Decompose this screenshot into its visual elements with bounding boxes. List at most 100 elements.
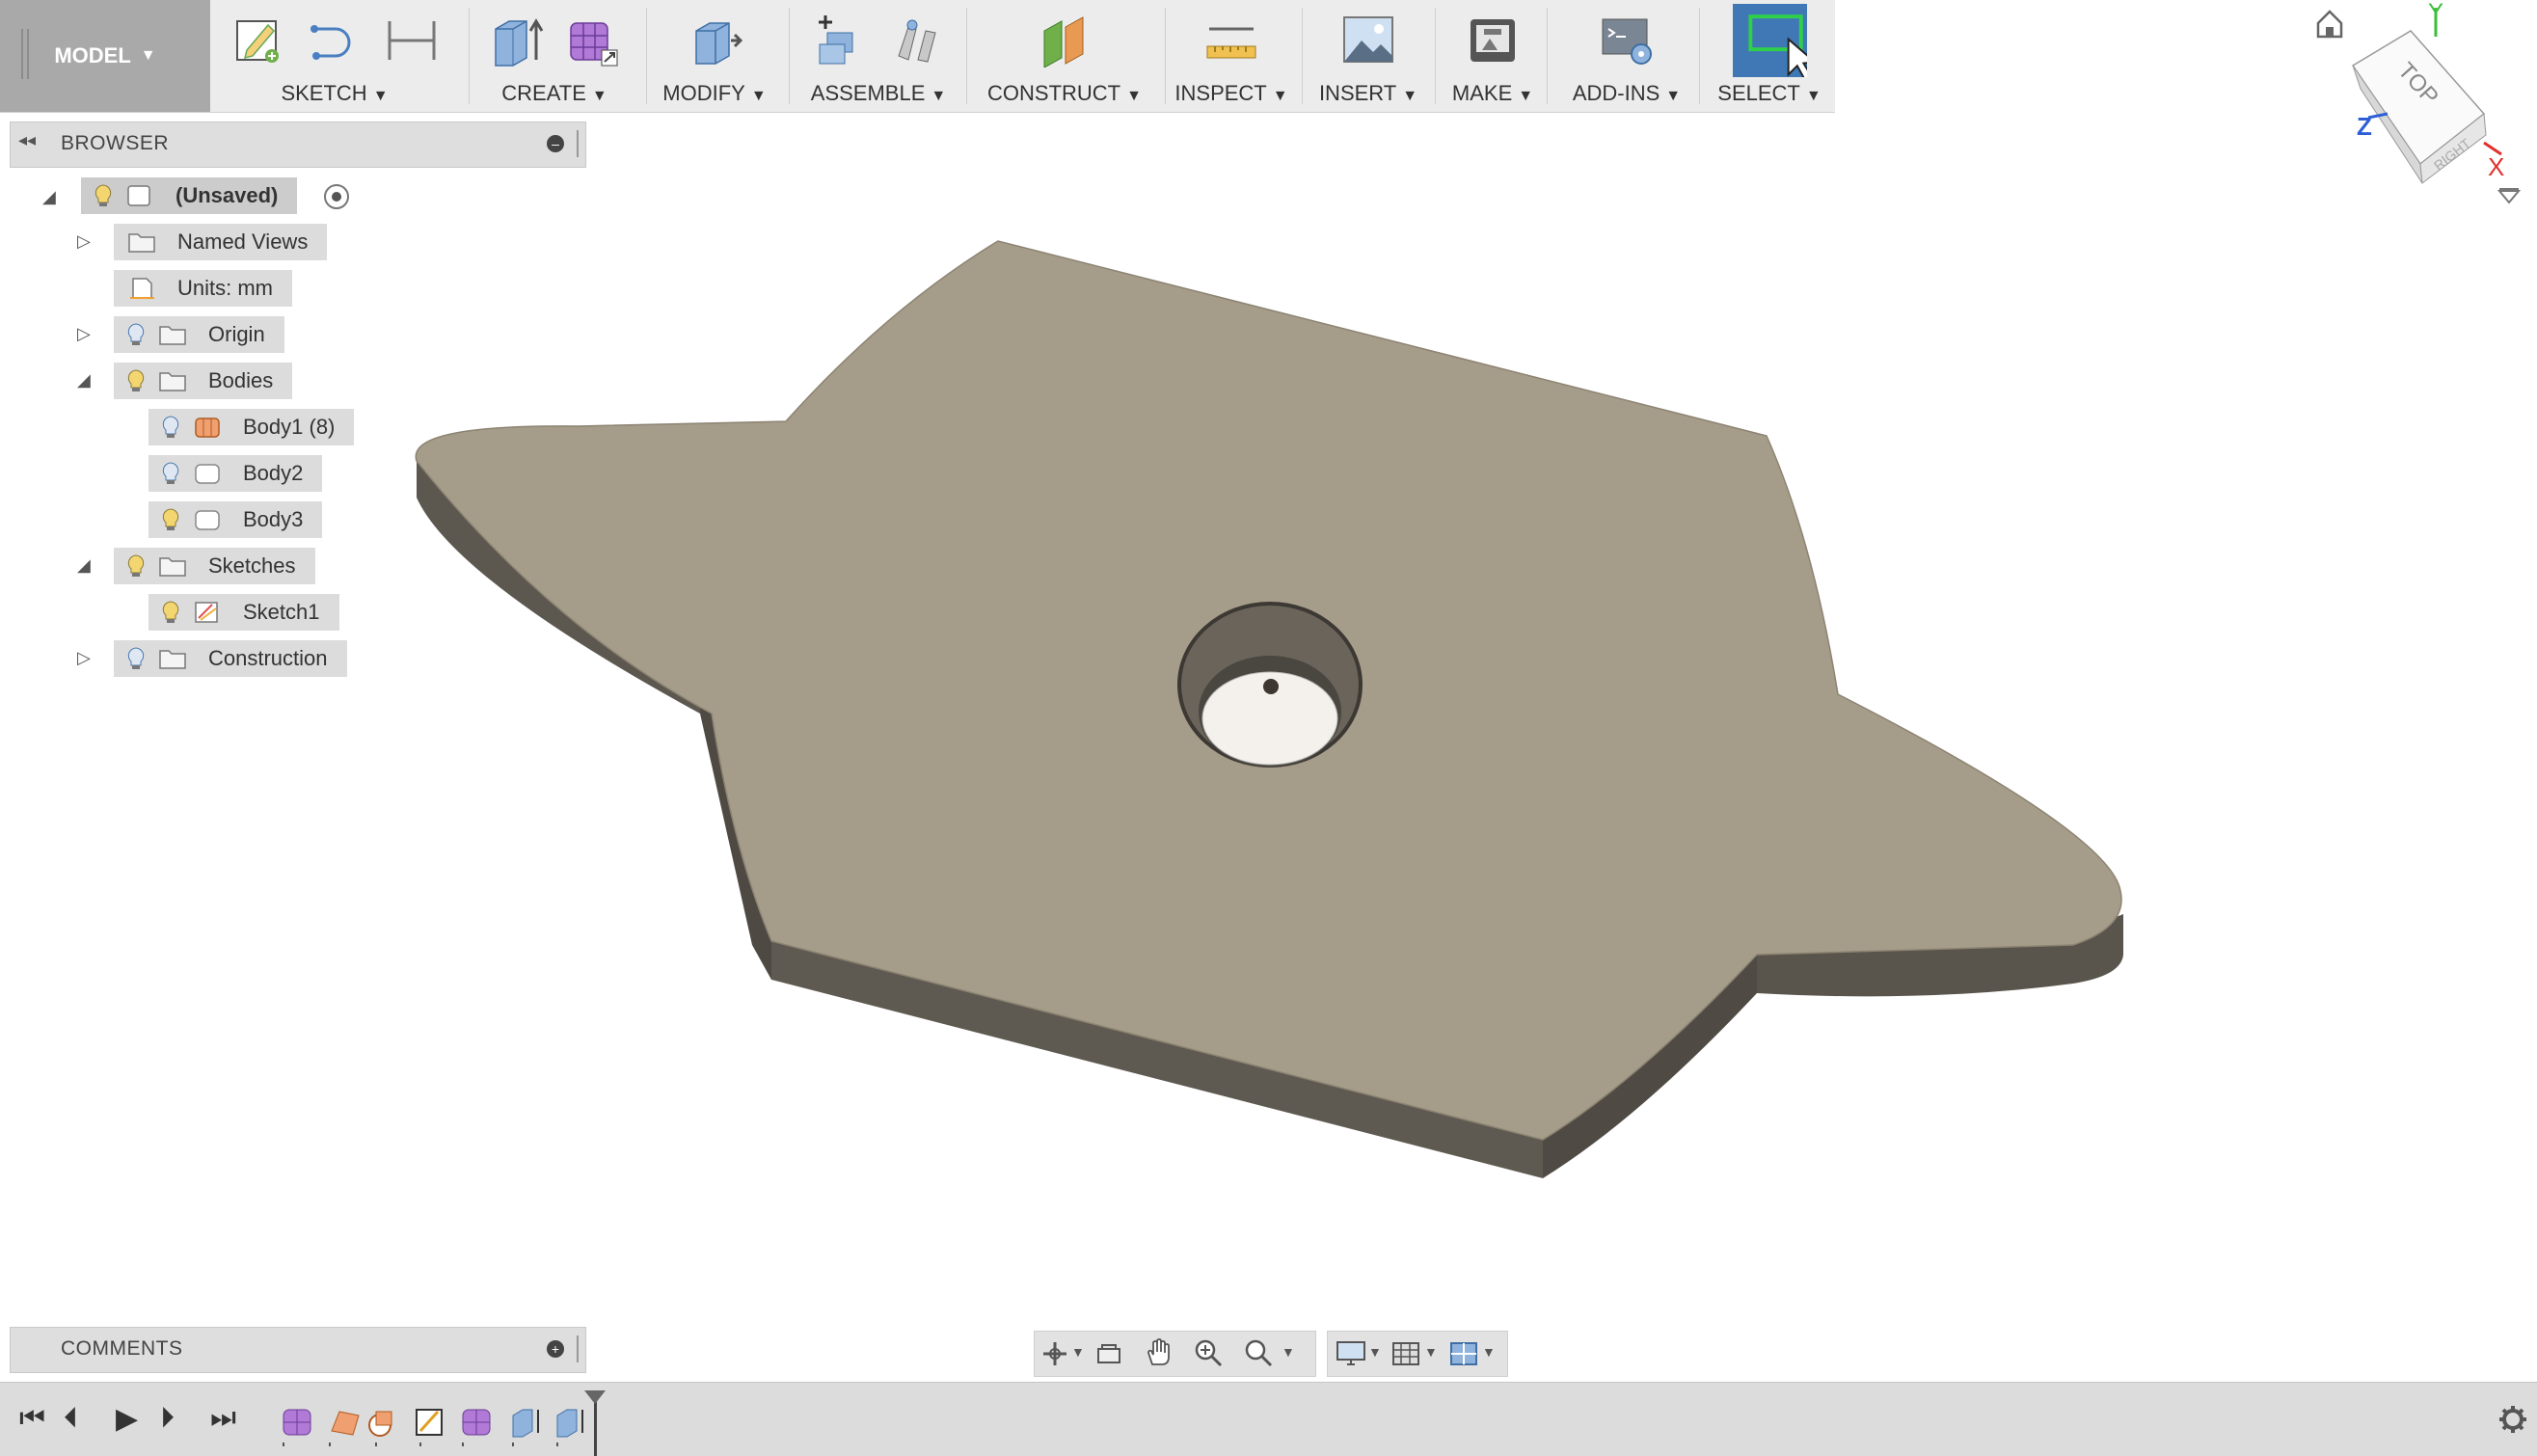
browser-item-construction[interactable]: Construction [114,640,347,677]
activate-radio-icon[interactable] [324,184,349,209]
joint-icon[interactable] [889,12,945,67]
go-to-start-icon[interactable]: ⏮ [19,1402,45,1435]
expand-arrow-icon[interactable]: ▷ [77,231,91,252]
workspace-dropdown[interactable]: MODEL ▼ [0,0,210,112]
viewcube-menu-icon[interactable] [2497,188,2522,204]
toolbar-group-insert[interactable]: INSERT ▼ [1306,0,1431,112]
chevron-down-icon[interactable]: ▼ [1071,1344,1085,1360]
toolbar-group-construct[interactable]: CONSTRUCT ▼ [970,0,1159,112]
sketch-point[interactable] [1263,679,1279,694]
look-at-icon[interactable] [1094,1339,1123,1368]
toolbar-group-create[interactable]: CREATE ▼ [472,0,636,112]
folder-icon [128,233,155,253]
browser-item-sketch1[interactable]: Sketch1 [148,594,339,631]
fit-zoom-icon[interactable] [1243,1337,1274,1368]
lightbulb-off-icon[interactable] [127,323,145,346]
panel-grip[interactable] [577,1335,581,1362]
document-icon [127,185,150,206]
toolbar-grip[interactable] [21,29,29,79]
pan-hand-icon[interactable] [1143,1337,1174,1368]
lightbulb-icon[interactable] [127,369,145,392]
offset-plane-icon[interactable] [1037,12,1093,67]
lightbulb-icon[interactable] [162,416,179,439]
viewcube[interactable]: Y TOP RIGHT Z X [2295,0,2536,222]
browser-item-sketches[interactable]: Sketches [114,548,315,584]
folder-icon [159,650,186,669]
browser-item-body3[interactable]: Body3 [148,501,323,538]
toolbar-group-select[interactable]: SELECT ▼ [1707,0,1832,112]
browser-root-unsaved[interactable]: (Unsaved) [81,177,298,214]
panel-grip[interactable] [577,130,581,157]
extrude-icon[interactable] [488,12,544,67]
toolbar-group-modify[interactable]: MODIFY ▼ [650,0,779,112]
collapse-arrow-icon[interactable]: ◢ [42,187,56,207]
comments-panel-header[interactable]: COMMENTS + [10,1327,586,1373]
chevron-down-icon: ▼ [750,88,767,104]
extrude-feature-icon [556,1409,583,1438]
lightbulb-off-icon[interactable] [127,647,145,670]
toolbar-group-add-ins[interactable]: ADD-INS ▼ [1551,0,1703,112]
make-label: MAKE [1451,81,1513,105]
toolbar-group-sketch[interactable]: SKETCH ▼ [220,0,449,112]
sketch-feature-icon [416,1409,443,1436]
collapse-panel-icon[interactable]: ◂◂ [18,130,36,150]
collapse-arrow-icon[interactable]: ◢ [77,370,91,391]
assemble-label: ASSEMBLE [810,81,926,105]
gear-icon[interactable] [2497,1404,2528,1435]
dimension-icon[interactable] [384,12,440,67]
add-comment-icon[interactable]: + [547,1340,564,1358]
step-forward-icon[interactable]: ⏵ [160,1402,175,1435]
sketch-icon [195,602,218,623]
go-to-end-icon[interactable]: ⏭ [210,1402,236,1435]
lightbulb-icon[interactable] [127,554,145,578]
browser-item-origin[interactable]: Origin [114,316,284,353]
create-sketch-icon[interactable] [229,12,285,67]
minimize-icon[interactable]: – [547,135,564,152]
play-icon[interactable]: ▶ [116,1402,138,1436]
viewports-icon[interactable] [1449,1339,1478,1368]
lightbulb-icon[interactable] [94,184,112,207]
display-settings-bar: ▼ ▼ ▼ [1327,1331,1508,1377]
chevron-down-icon[interactable]: ▼ [1424,1344,1438,1360]
chevron-down-icon[interactable]: ▼ [1368,1344,1382,1360]
expand-arrow-icon[interactable]: ▷ [77,648,91,668]
browser-item-units[interactable]: Units: mm [114,270,292,307]
toolbar-group-make[interactable]: MAKE ▼ [1439,0,1547,112]
create-form-icon[interactable] [565,12,621,67]
timeline-features[interactable] [280,1398,607,1446]
browser-panel-header[interactable]: ◂◂ BROWSER – [10,121,586,168]
lightbulb-icon[interactable] [162,601,179,624]
select-icon[interactable] [1732,4,1807,77]
toolbar-group-assemble[interactable]: ASSEMBLE ▼ [793,0,964,112]
expand-arrow-icon[interactable]: ▷ [77,324,91,344]
browser-item-body2[interactable]: Body2 [148,455,323,492]
display-settings-icon[interactable] [1336,1339,1366,1368]
browser-item-body1[interactable]: Body1 (8) [148,409,355,445]
toolbar-divider [789,8,790,104]
measure-icon[interactable] [1203,12,1259,67]
insert-image-icon[interactable] [1340,12,1396,67]
zoom-icon[interactable] [1193,1337,1224,1368]
new-component-icon[interactable] [812,12,868,67]
browser-item-bodies[interactable]: Bodies [114,363,293,399]
step-back-icon[interactable]: ⏴ [64,1402,78,1435]
press-pull-icon[interactable] [687,12,742,67]
grid-icon[interactable] [1391,1339,1420,1368]
scripts-addins-icon[interactable] [1599,12,1655,67]
lightbulb-icon[interactable] [162,508,179,531]
3d-model-body[interactable] [405,222,2141,1205]
toolbar-group-inspect[interactable]: INSPECT ▼ [1169,0,1294,112]
chevron-down-icon[interactable]: ▼ [1482,1344,1496,1360]
sketch-label: SKETCH [281,81,367,105]
add-ins-label: ADD-INS [1572,81,1660,105]
browser-item-label: Named Views [177,229,309,254]
lightbulb-icon[interactable] [162,462,179,485]
timeline-marker[interactable] [584,1390,606,1456]
chevron-down-icon[interactable]: ▼ [1282,1344,1295,1360]
3d-print-icon[interactable] [1465,12,1521,67]
browser-item-named-views[interactable]: Named Views [114,224,328,260]
collapse-arrow-icon[interactable]: ◢ [77,555,91,576]
line-arc-icon[interactable] [307,12,363,67]
home-icon[interactable] [2316,10,2343,39]
orbit-icon[interactable] [1040,1339,1069,1368]
